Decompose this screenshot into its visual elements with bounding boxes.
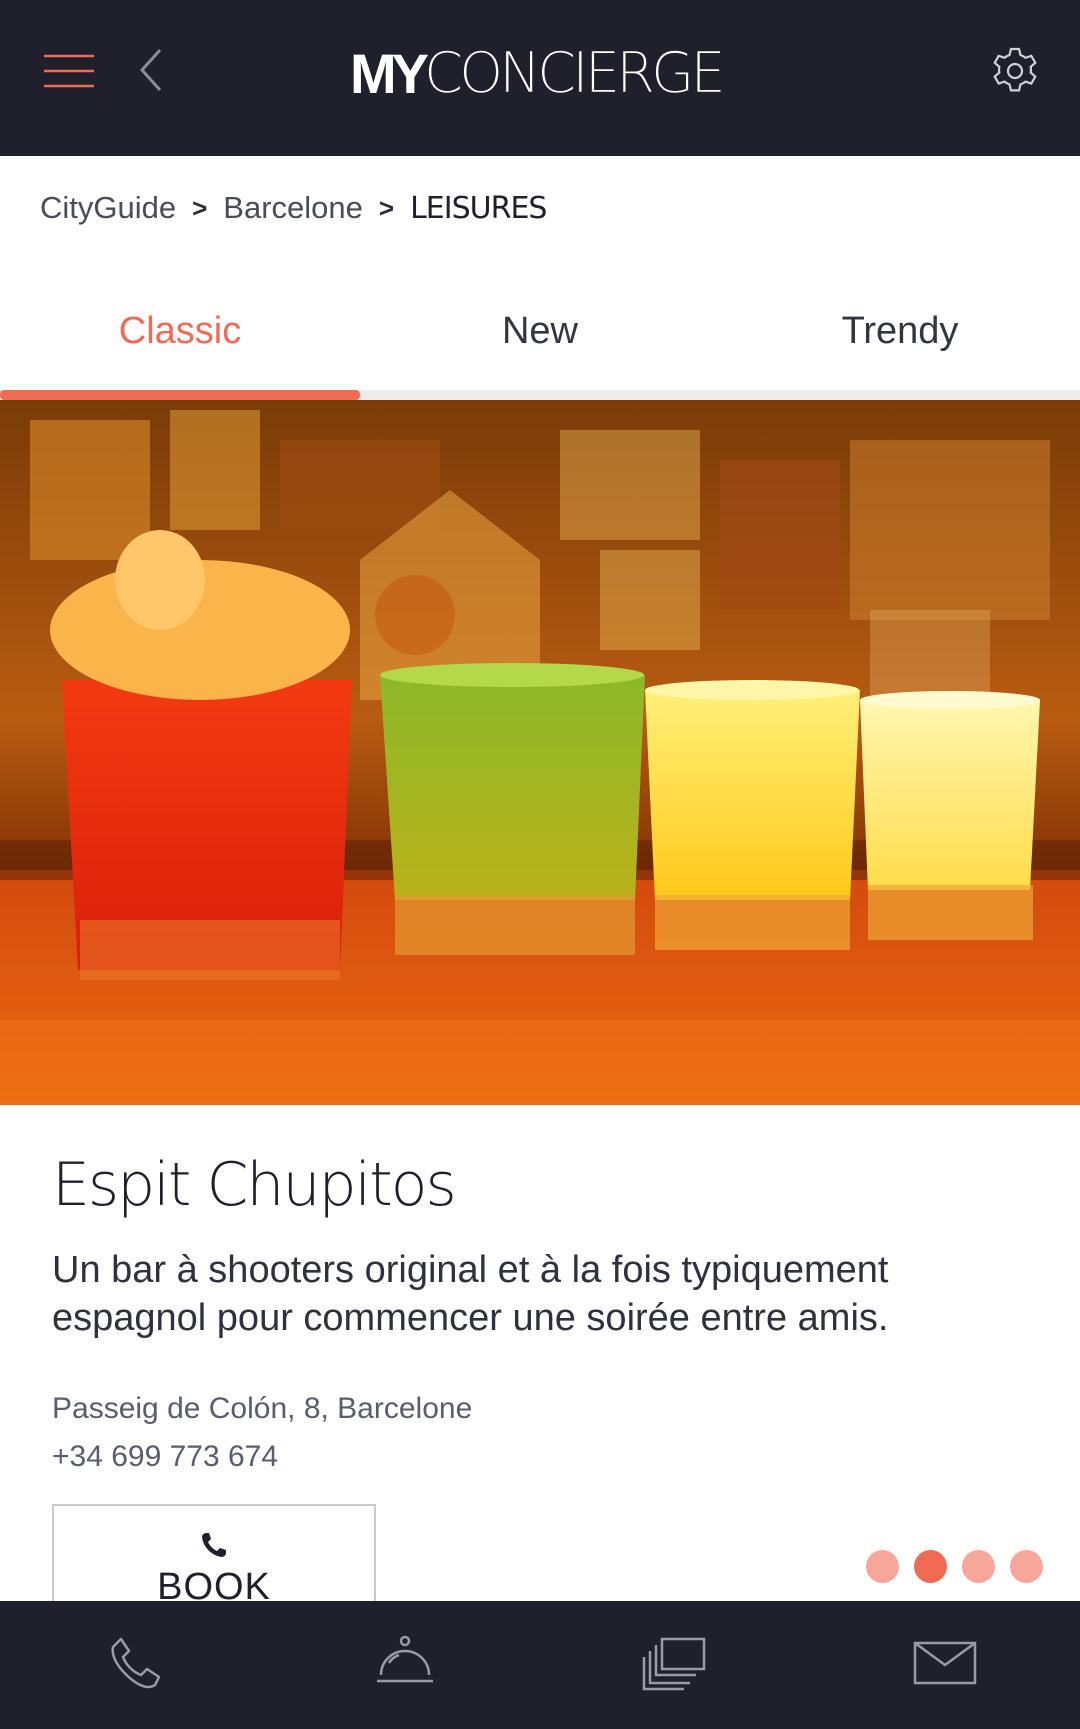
tab-classic[interactable]: Classic [0, 282, 360, 390]
venue-description: Un bar à shooters original et à la fois … [52, 1249, 889, 1339]
carousel-dots [866, 1550, 1043, 1583]
mail-icon [913, 1639, 977, 1692]
logo-light-text: CONCIERGE [424, 41, 726, 106]
breadcrumb-item-barcelone[interactable]: Barcelone [223, 190, 363, 226]
venue-title: Espit Chupitos [52, 1150, 457, 1220]
bottom-nav-mail[interactable] [810, 1601, 1080, 1729]
hamburger-menu-icon[interactable] [40, 48, 100, 94]
phone-icon [199, 1530, 229, 1560]
breadcrumb-item-current: LEISURES [410, 190, 547, 226]
bottom-nav [0, 1601, 1080, 1729]
tab-active-indicator [0, 390, 360, 400]
breadcrumb-separator: > [378, 192, 395, 223]
app-logo: MY CONCIERGE [350, 40, 726, 106]
venue-photo[interactable] [0, 400, 1080, 1105]
phone-icon [105, 1633, 165, 1698]
gallery-icon [642, 1635, 708, 1696]
carousel-dot-2[interactable] [914, 1550, 947, 1583]
carousel-dot-1[interactable] [866, 1550, 899, 1583]
tab-new[interactable]: New [360, 282, 720, 390]
bottom-nav-call[interactable] [0, 1601, 270, 1729]
venue-phone[interactable]: +34 699 773 674 [52, 1440, 278, 1474]
carousel-dot-4[interactable] [1010, 1550, 1043, 1583]
concierge-bell-icon [373, 1633, 437, 1698]
back-chevron-icon[interactable] [132, 44, 172, 96]
tab-trendy[interactable]: Trendy [720, 282, 1080, 390]
carousel-dot-3[interactable] [962, 1550, 995, 1583]
logo-bold-text: MY [350, 42, 429, 105]
tab-bar: Classic New Trendy [0, 282, 1080, 390]
gear-icon[interactable] [990, 46, 1040, 96]
breadcrumb: CityGuide > Barcelone > LEISURES [40, 190, 547, 226]
venue-address: Passeig de Colón, 8, Barcelone [52, 1392, 473, 1425]
breadcrumb-separator: > [192, 192, 208, 223]
bottom-nav-concierge[interactable] [270, 1601, 540, 1729]
top-app-bar: MY CONCIERGE [0, 0, 1080, 156]
bottom-nav-gallery[interactable] [540, 1601, 810, 1729]
breadcrumb-item-cityguide[interactable]: CityGuide [40, 190, 176, 226]
